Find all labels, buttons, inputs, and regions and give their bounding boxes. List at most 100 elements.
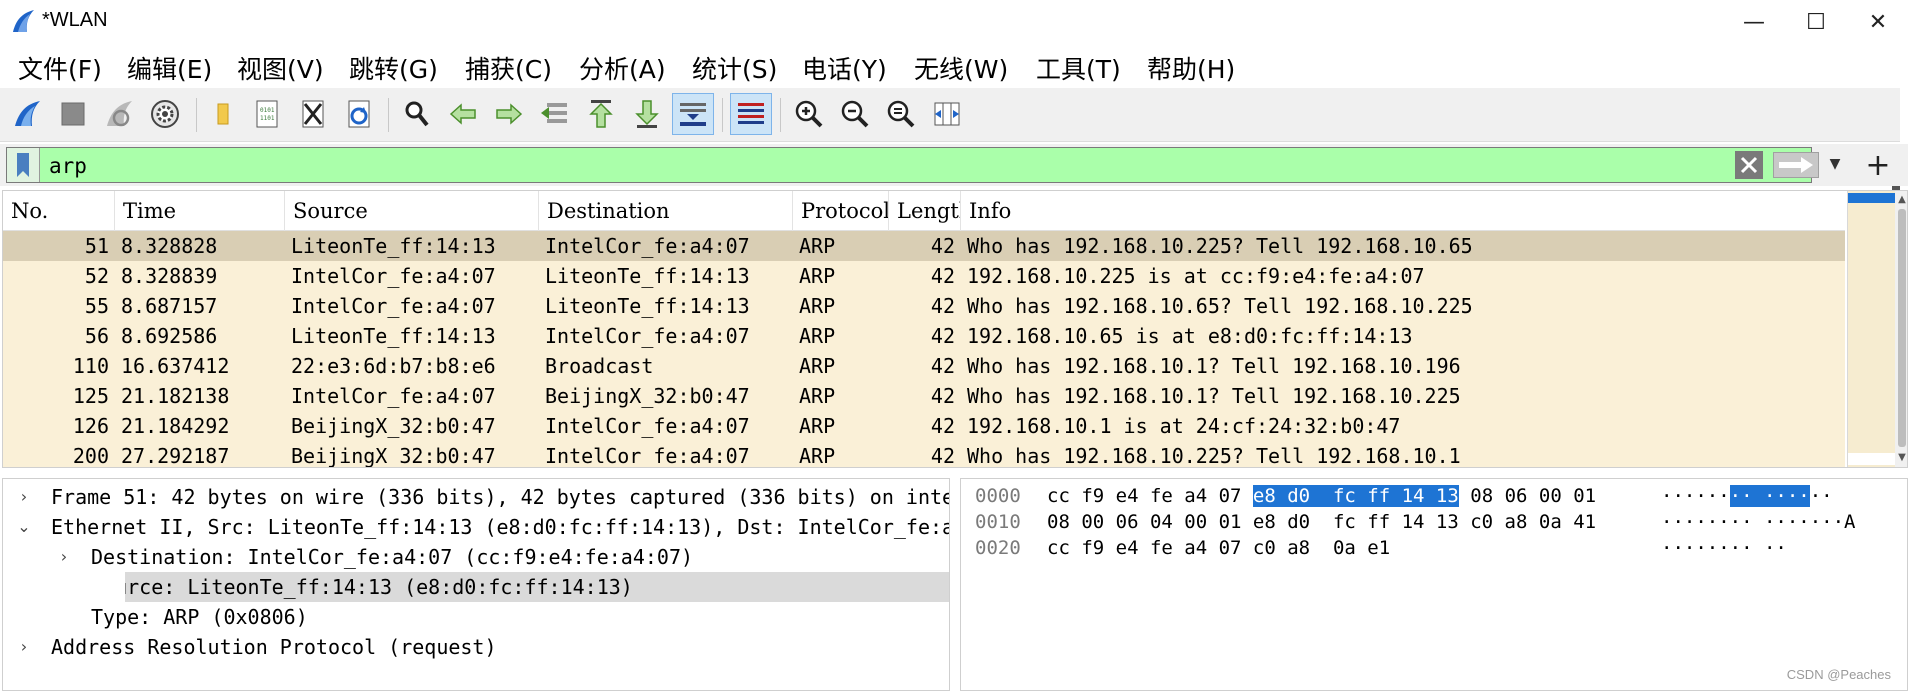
filter-history-chevron-down-icon[interactable]: ▼ bbox=[1820, 147, 1850, 181]
collapsed-chevron-icon[interactable]: › bbox=[15, 632, 33, 662]
hex-bytes[interactable]: cc f9 e4 fe a4 07 c0 a8 0a e1 bbox=[1047, 535, 1390, 561]
stop-icon[interactable] bbox=[52, 93, 94, 135]
packet-cell-info: Who has 192.168.10.1? Tell 192.168.10.22… bbox=[967, 384, 1461, 408]
capture-options-icon[interactable] bbox=[144, 93, 186, 135]
menu-bar: 文件(F) 编辑(E) 视图(V) 跳转(G) 捕获(C) 分析(A) 统计(S… bbox=[0, 44, 1908, 88]
ascii-bytes[interactable]: ········ ·······A bbox=[1661, 509, 1855, 535]
menu-statistics[interactable]: 统计(S) bbox=[692, 50, 777, 86]
autoscroll-icon[interactable] bbox=[672, 93, 714, 135]
menu-capture[interactable]: 捕获(C) bbox=[465, 50, 552, 86]
go-forward-icon[interactable] bbox=[488, 93, 530, 135]
detail-row[interactable]: ›Source: LiteonTe_ff:14:13 (e8:d0:fc:ff:… bbox=[125, 572, 949, 602]
collapsed-chevron-icon[interactable]: › bbox=[15, 482, 33, 512]
detail-row[interactable]: › Address Resolution Protocol (request) bbox=[3, 632, 949, 662]
bookmark-icon[interactable] bbox=[7, 148, 40, 182]
packet-row[interactable]: 56 8.692586 LiteonTe_ff:14:13 IntelCor_fe:a… bbox=[3, 321, 1845, 351]
packet-cell-time: 8.328839 bbox=[121, 264, 218, 288]
zoom-out-icon[interactable] bbox=[834, 93, 876, 135]
detail-text: Destination: IntelCor_fe:a4:07 (cc:f9:e4… bbox=[91, 545, 694, 569]
find-packet-icon[interactable] bbox=[396, 93, 438, 135]
hex-bytes[interactable]: 08 00 06 04 00 01 e8 d0 fc ff 14 13 c0 a… bbox=[1047, 509, 1596, 535]
hex-highlight: e8 d0 fc ff 14 13 bbox=[1252, 485, 1459, 507]
expanded-chevron-icon[interactable]: ⌄ bbox=[15, 512, 33, 542]
menu-tools[interactable]: 工具(T) bbox=[1036, 50, 1121, 86]
packet-row[interactable]: 55 8.687157 IntelCor_fe:a4:07 LiteonTe_ff:1… bbox=[3, 291, 1845, 321]
collapsed-chevron-icon[interactable] bbox=[55, 602, 73, 632]
packet-cell-destination: IntelCor_fe:a4:07 bbox=[545, 234, 750, 258]
packet-cell-no: 51 bbox=[84, 234, 109, 258]
clear-filter-icon[interactable] bbox=[1735, 151, 1763, 179]
packet-cell-time: 8.328828 bbox=[121, 234, 218, 258]
maximize-button[interactable]: ☐ bbox=[1786, 0, 1846, 44]
packet-minimap[interactable] bbox=[1847, 191, 1896, 467]
packet-row[interactable]: 200 27.292187 BeijingX_32:b0:47 IntelCor_fe… bbox=[3, 441, 1845, 468]
zoom-in-icon[interactable] bbox=[788, 93, 830, 135]
packet-cell-length: 42 bbox=[930, 444, 955, 468]
menu-file[interactable]: 文件(F) bbox=[18, 50, 102, 86]
packet-list-scrollbar[interactable]: ▲ ▼ bbox=[1895, 191, 1907, 467]
go-last-icon[interactable] bbox=[626, 93, 668, 135]
ascii-bytes[interactable]: ········ ·· bbox=[1661, 535, 1787, 561]
col-header-length[interactable]: Length bbox=[889, 191, 961, 231]
scrollbar-thumb[interactable] bbox=[1898, 209, 1906, 447]
hex-bytes[interactable]: cc f9 e4 fe a4 07 e8 d0 fc ff 14 13 08 0… bbox=[1047, 483, 1596, 509]
normal-size-icon[interactable] bbox=[880, 93, 922, 135]
packet-row[interactable]: 52 8.328839 IntelCor_fe:a4:07 LiteonTe_ff:1… bbox=[3, 261, 1845, 291]
menu-telephony[interactable]: 电话(Y) bbox=[802, 50, 887, 86]
go-back-icon[interactable] bbox=[442, 93, 484, 135]
menu-analyze[interactable]: 分析(A) bbox=[579, 50, 666, 86]
col-header-time[interactable]: Time bbox=[115, 191, 285, 231]
filter-text[interactable]: arp bbox=[49, 154, 87, 178]
minimize-button[interactable]: — bbox=[1724, 0, 1784, 44]
scroll-down-arrow-icon[interactable]: ▼ bbox=[1895, 451, 1907, 465]
ascii-bytes[interactable]: ········ ······ bbox=[1661, 483, 1833, 509]
close-file-icon[interactable] bbox=[292, 93, 334, 135]
packet-cell-destination: LiteonTe_ff:14:13 bbox=[545, 264, 750, 288]
packet-cell-protocol: ARP bbox=[799, 294, 836, 318]
detail-row[interactable]: ⌄ Ethernet II, Src: LiteonTe_ff:14:13 (e8… bbox=[3, 512, 949, 542]
packet-row[interactable]: 126 21.184292 BeijingX_32:b0:47 IntelCor_fe… bbox=[3, 411, 1845, 441]
menu-view[interactable]: 视图(V) bbox=[237, 50, 324, 86]
detail-row[interactable]: Type: ARP (0x0806) bbox=[3, 602, 949, 632]
col-header-source[interactable]: Source bbox=[285, 191, 539, 231]
detail-row[interactable]: › Frame 51: 42 bytes on wire (336 bits), … bbox=[3, 482, 949, 512]
add-filter-button[interactable]: + bbox=[1858, 144, 1898, 186]
colorize-icon[interactable] bbox=[730, 93, 772, 135]
packet-row[interactable]: 125 21.182138 IntelCor_fe:a4:07 BeijingX_32… bbox=[3, 381, 1845, 411]
close-window-button[interactable]: ✕ bbox=[1848, 0, 1908, 44]
detail-row[interactable]: › Destination: IntelCor_fe:a4:07 (cc:f9:e… bbox=[3, 542, 949, 572]
menu-help[interactable]: 帮助(H) bbox=[1147, 50, 1235, 86]
save-file-icon[interactable]: 0101 1101 bbox=[246, 93, 288, 135]
packet-cell-protocol: ARP bbox=[799, 414, 836, 438]
detail-text: Address Resolution Protocol (request) bbox=[51, 635, 497, 659]
detail-text: Ethernet II, Src: LiteonTe_ff:14:13 (e8:… bbox=[51, 515, 949, 539]
menu-go[interactable]: 跳转(G) bbox=[349, 50, 438, 86]
packet-cell-source: IntelCor_fe:a4:07 bbox=[291, 384, 496, 408]
resize-columns-icon[interactable] bbox=[926, 93, 968, 135]
packet-row[interactable]: 51 8.328828 LiteonTe_ff:14:13 IntelCor_fe:a… bbox=[3, 231, 1845, 261]
go-to-packet-icon[interactable] bbox=[534, 93, 576, 135]
packet-row[interactable]: 110 16.637412 22:e3:6d:b7:b8:e6 Broadcast AR… bbox=[3, 351, 1845, 381]
packet-cell-info: 192.168.10.1 is at 24:cf:24:32:b0:47 bbox=[967, 414, 1401, 438]
shark-fin-icon[interactable] bbox=[6, 93, 48, 135]
open-folder-icon[interactable] bbox=[202, 93, 244, 135]
col-header-info[interactable]: Info bbox=[961, 191, 1845, 231]
svg-text:0101: 0101 bbox=[260, 107, 275, 114]
collapsed-chevron-icon[interactable]: › bbox=[55, 542, 73, 572]
restart-capture-icon[interactable] bbox=[98, 93, 140, 135]
ascii-segment: ······ bbox=[1661, 485, 1730, 507]
hex-offset: 0010 bbox=[975, 511, 1021, 533]
go-first-icon[interactable] bbox=[580, 93, 622, 135]
packet-cell-destination: LiteonTe_ff:14:13 bbox=[545, 294, 750, 318]
apply-filter-arrow-icon[interactable] bbox=[1773, 152, 1819, 178]
col-header-no[interactable]: No. bbox=[3, 191, 115, 231]
reload-icon[interactable] bbox=[338, 93, 380, 135]
col-header-destination[interactable]: Destination bbox=[539, 191, 793, 231]
scroll-up-arrow-icon[interactable]: ▲ bbox=[1895, 193, 1907, 207]
col-header-protocol[interactable]: Protocol bbox=[793, 191, 889, 231]
packet-cell-info: 192.168.10.225 is at cc:f9:e4:fe:a4:07 bbox=[967, 264, 1425, 288]
toolbar-separator bbox=[388, 98, 389, 132]
display-filter-input[interactable]: arp bbox=[6, 147, 1819, 183]
menu-edit[interactable]: 编辑(E) bbox=[127, 50, 212, 86]
menu-wireless[interactable]: 无线(W) bbox=[914, 50, 1008, 86]
